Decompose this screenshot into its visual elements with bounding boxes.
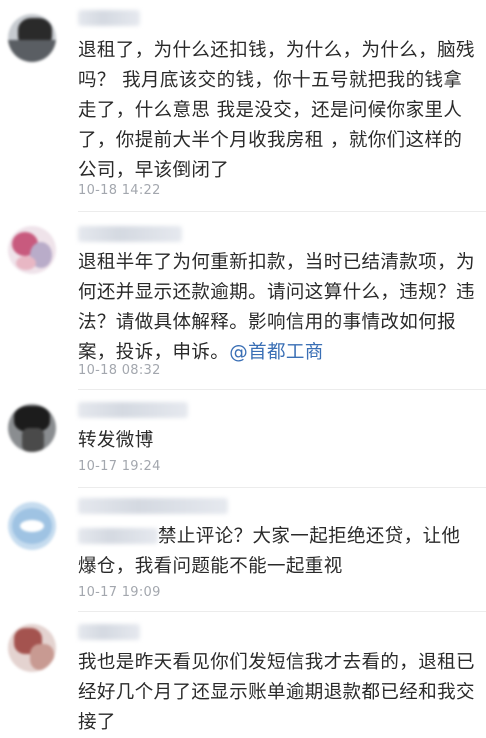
username[interactable]	[78, 10, 140, 26]
comment-time: 10-17 19:09	[78, 585, 161, 600]
comment-text: 禁止评论？大家一起拒绝还贷，让他爆仓，我看问题能不能一起重视	[78, 526, 461, 577]
comment-item: 禁止评论？大家一起拒绝还贷，让他爆仓，我看问题能不能一起重视 10-17 19:…	[0, 488, 486, 610]
avatar[interactable]	[8, 502, 56, 550]
comment-item: 我也是昨天看见你们发短信我才去看的，退租已经好几个月了还显示账单逾期退款都已经和…	[0, 612, 486, 733]
avatar[interactable]	[8, 404, 56, 452]
comment-text: 转发微博	[78, 430, 154, 451]
avatar[interactable]	[8, 624, 56, 672]
avatar[interactable]	[8, 226, 56, 274]
username[interactable]	[78, 226, 182, 242]
comment-text: 我也是昨天看见你们发短信我才去看的，退租已经好几个月了还显示账单逾期退款都已经和…	[78, 652, 475, 733]
username[interactable]	[78, 498, 228, 514]
comment-time: 10-18 14:22	[78, 183, 161, 198]
comment-feed: 退租了，为什么还扣钱，为什么，为什么，脑残吗？ 我月底该交的钱，你十五号就把我的…	[0, 0, 486, 733]
comment-item: 转发微博 10-17 19:24	[0, 390, 486, 486]
username[interactable]	[78, 402, 188, 418]
mention-link[interactable]: @首都工商	[229, 342, 324, 363]
comment-text: 退租了，为什么还扣钱，为什么，为什么，脑残吗？ 我月底该交的钱，你十五号就把我的…	[78, 40, 475, 181]
avatar[interactable]	[8, 14, 56, 62]
comment-text: 退租半年了为何重新扣款，当时已结清款项，为何还并显示还款逾期。请问这算什么，违规…	[78, 248, 478, 368]
comment-item: 退租半年了为何重新扣款，当时已结清款项，为何还并显示还款逾期。请问这算什么，违规…	[0, 212, 486, 388]
comment-time: 10-17 19:24	[78, 459, 161, 474]
comment-item: 退租了，为什么还扣钱，为什么，为什么，脑残吗？ 我月底该交的钱，你十五号就把我的…	[0, 0, 486, 210]
username[interactable]	[78, 624, 140, 640]
comment-time: 10-18 08:32	[78, 363, 161, 378]
